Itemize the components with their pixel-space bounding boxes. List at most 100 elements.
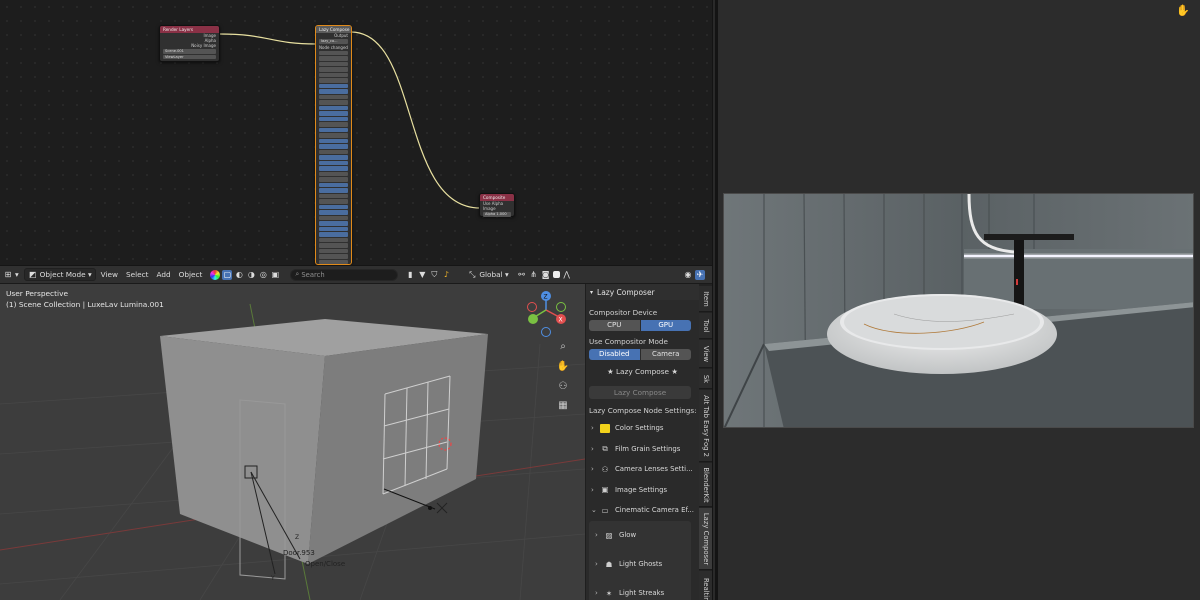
lazy-node-param-field[interactable] (319, 243, 348, 248)
snap-icons[interactable]: ⚯ ⋔ ◙ ⋀ (514, 268, 577, 281)
navigation-gizmo: Z X (527, 291, 566, 337)
lazy-node-param-field[interactable] (319, 133, 348, 138)
lazy-node-param-field[interactable] (319, 248, 348, 253)
lazy-node-param-field[interactable] (319, 204, 348, 209)
device-gpu-button[interactable]: GPU (640, 320, 691, 331)
axis-label-y: Y (270, 575, 275, 582)
image-icon: ▣ (601, 485, 609, 495)
light-streaks-item[interactable]: › ✶ Light Streaks (589, 579, 691, 600)
lazy-node-param-field[interactable] (319, 155, 348, 160)
search-input[interactable]: ⌕ Search (290, 268, 399, 281)
lazy-node-param-field[interactable] (319, 166, 348, 171)
lazy-node-param-field[interactable] (319, 56, 348, 61)
lazy-node-param-field[interactable] (319, 61, 348, 66)
overlay-icons[interactable]: ◉ ✈ (680, 268, 710, 281)
lazy-node-param-field[interactable] (319, 210, 348, 215)
mode-select[interactable]: ◩ Object Mode ▾ (23, 268, 96, 281)
hand-pan-icon[interactable]: ✋ (1176, 4, 1190, 17)
panel-title-row[interactable]: ▾ Lazy Composer (586, 284, 699, 300)
lazy-node-param-field[interactable] (319, 254, 348, 259)
lazy-node-param-field[interactable] (319, 100, 348, 105)
node-editor[interactable]: Render Layers Image Alpha Noisy Image Sc… (0, 0, 712, 265)
film-grain-item[interactable]: › ⧉ Film Grain Settings (586, 439, 699, 460)
lazy-node-param-field[interactable] (319, 171, 348, 176)
lazy-node-param-field[interactable] (319, 83, 348, 88)
transform-orientation-select[interactable]: ⤡ Global ▾ (464, 268, 511, 281)
tab-tool[interactable]: Tool (699, 313, 712, 339)
menu-add[interactable]: Add (153, 268, 173, 281)
shading-icons[interactable]: ▢ ◐ ◑ ◎ ▣ (207, 268, 285, 281)
falloff-icon: ⋀ (563, 269, 570, 279)
shield-icon: ⛉ (431, 269, 438, 279)
3d-viewport[interactable]: Door.953 Open/Close Z Y Z X User Perspec… (0, 284, 585, 600)
scene-field[interactable]: Scene.001 (163, 49, 216, 54)
lazy-node-param-field[interactable] (319, 226, 348, 231)
tab-sk[interactable]: Sk (699, 369, 712, 389)
hand-pan-icon[interactable]: ✋ (555, 359, 571, 375)
gizmo-z-label: Z (544, 294, 548, 301)
lazy-compose-node[interactable]: Lazy Compose Output lazy_co... Node chan… (315, 25, 352, 265)
tab-realtime[interactable]: Realtime (699, 571, 712, 600)
lazy-node-param-field[interactable] (319, 94, 348, 99)
tab-lazy-composer[interactable]: Lazy Composer (699, 508, 712, 570)
chevron-right-icon: › (595, 560, 598, 568)
grid-view-icon[interactable]: ▦ (555, 398, 571, 414)
menu-select[interactable]: Select (123, 268, 152, 281)
image-editor-area[interactable]: ✋ (718, 0, 1200, 600)
sidebar-tabs: Item Tool View Sk Alt Tab Easy Fog 2 Ble… (699, 284, 712, 600)
cinematic-camera-item[interactable]: ⌄ ▭ Cinematic Camera Ef... (586, 500, 699, 521)
lazy-node-param-field[interactable] (319, 127, 348, 132)
lazy-node-param-field[interactable] (319, 232, 348, 237)
image-settings-item[interactable]: › ▣ Image Settings (586, 480, 699, 501)
lazy-node-param-field[interactable] (319, 160, 348, 165)
mode-disabled-button[interactable]: Disabled (589, 349, 641, 360)
editor-type-button[interactable]: ⊞ ▾ (0, 268, 22, 281)
lazy-node-param-field[interactable] (319, 105, 348, 110)
menu-object[interactable]: Object (176, 268, 206, 281)
mode-camera-button[interactable]: Camera (640, 349, 691, 360)
camera-view-icon[interactable]: ⚇ (555, 379, 571, 395)
tab-easy-fog[interactable]: Alt Tab Easy Fog 2 (699, 390, 712, 462)
composite-node[interactable]: Composite Use Alpha Image Alpha 1.000 (479, 193, 515, 217)
lazy-node-param-field[interactable] (319, 237, 348, 242)
composite-alpha-field[interactable]: Alpha 1.000 (483, 212, 511, 217)
color-settings-item[interactable]: › Color Settings (586, 418, 699, 439)
menu-view[interactable]: View (98, 268, 121, 281)
header-tool-icons[interactable]: ▮ ▼ ⛉ ♪ (402, 268, 456, 281)
lazy-node-param-field[interactable] (319, 138, 348, 143)
lazy-node-param-field[interactable] (319, 144, 348, 149)
lazy-node-output: Output (334, 33, 348, 38)
tab-blenderkit[interactable]: BlenderKit (699, 463, 712, 507)
lazy-node-param-field[interactable] (319, 188, 348, 193)
lazy-node-param-field[interactable] (319, 193, 348, 198)
lazy-node-param-field[interactable] (319, 215, 348, 220)
tab-realtime-label: Realtime (701, 577, 710, 600)
lazy-node-param-field[interactable] (319, 182, 348, 187)
lazy-compose-button[interactable]: Lazy Compose (589, 386, 691, 399)
device-cpu-button[interactable]: CPU (589, 320, 641, 331)
zoom-icon[interactable]: ⌕ (555, 339, 571, 355)
mode-toggle: Disabled Camera (589, 349, 691, 360)
lazy-node-param-field[interactable] (319, 116, 348, 121)
lazy-node-param-field[interactable] (319, 89, 348, 94)
lazy-node-param-field[interactable] (319, 67, 348, 72)
lazy-node-param-field[interactable] (319, 221, 348, 226)
tab-item[interactable]: Item (699, 286, 712, 312)
render-layers-node[interactable]: Render Layers Image Alpha Noisy Image Sc… (159, 25, 220, 62)
lazy-node-param-field[interactable] (319, 78, 348, 83)
view-layer-field[interactable]: ViewLayer (163, 54, 216, 59)
camera-lenses-item[interactable]: › ⚇ Camera Lenses Setti... (586, 459, 699, 480)
lazy-node-param-field[interactable] (319, 122, 348, 127)
tab-view[interactable]: View (699, 340, 712, 368)
lazy-node-param-field[interactable] (319, 199, 348, 204)
lazy-node-param-field[interactable] (319, 50, 348, 55)
chevron-right-icon: › (591, 444, 594, 453)
lazy-node-param-field[interactable] (319, 149, 348, 154)
glow-item[interactable]: › ▨ Glow (589, 521, 691, 550)
lazy-node-param-field[interactable] (319, 177, 348, 182)
lazy-node-param-field[interactable] (319, 259, 348, 264)
light-ghosts-item[interactable]: › ☗ Light Ghosts (589, 550, 691, 579)
lazy-node-selector[interactable]: lazy_co... (319, 39, 348, 44)
lazy-node-param-field[interactable] (319, 72, 348, 77)
lazy-node-param-field[interactable] (319, 111, 348, 116)
